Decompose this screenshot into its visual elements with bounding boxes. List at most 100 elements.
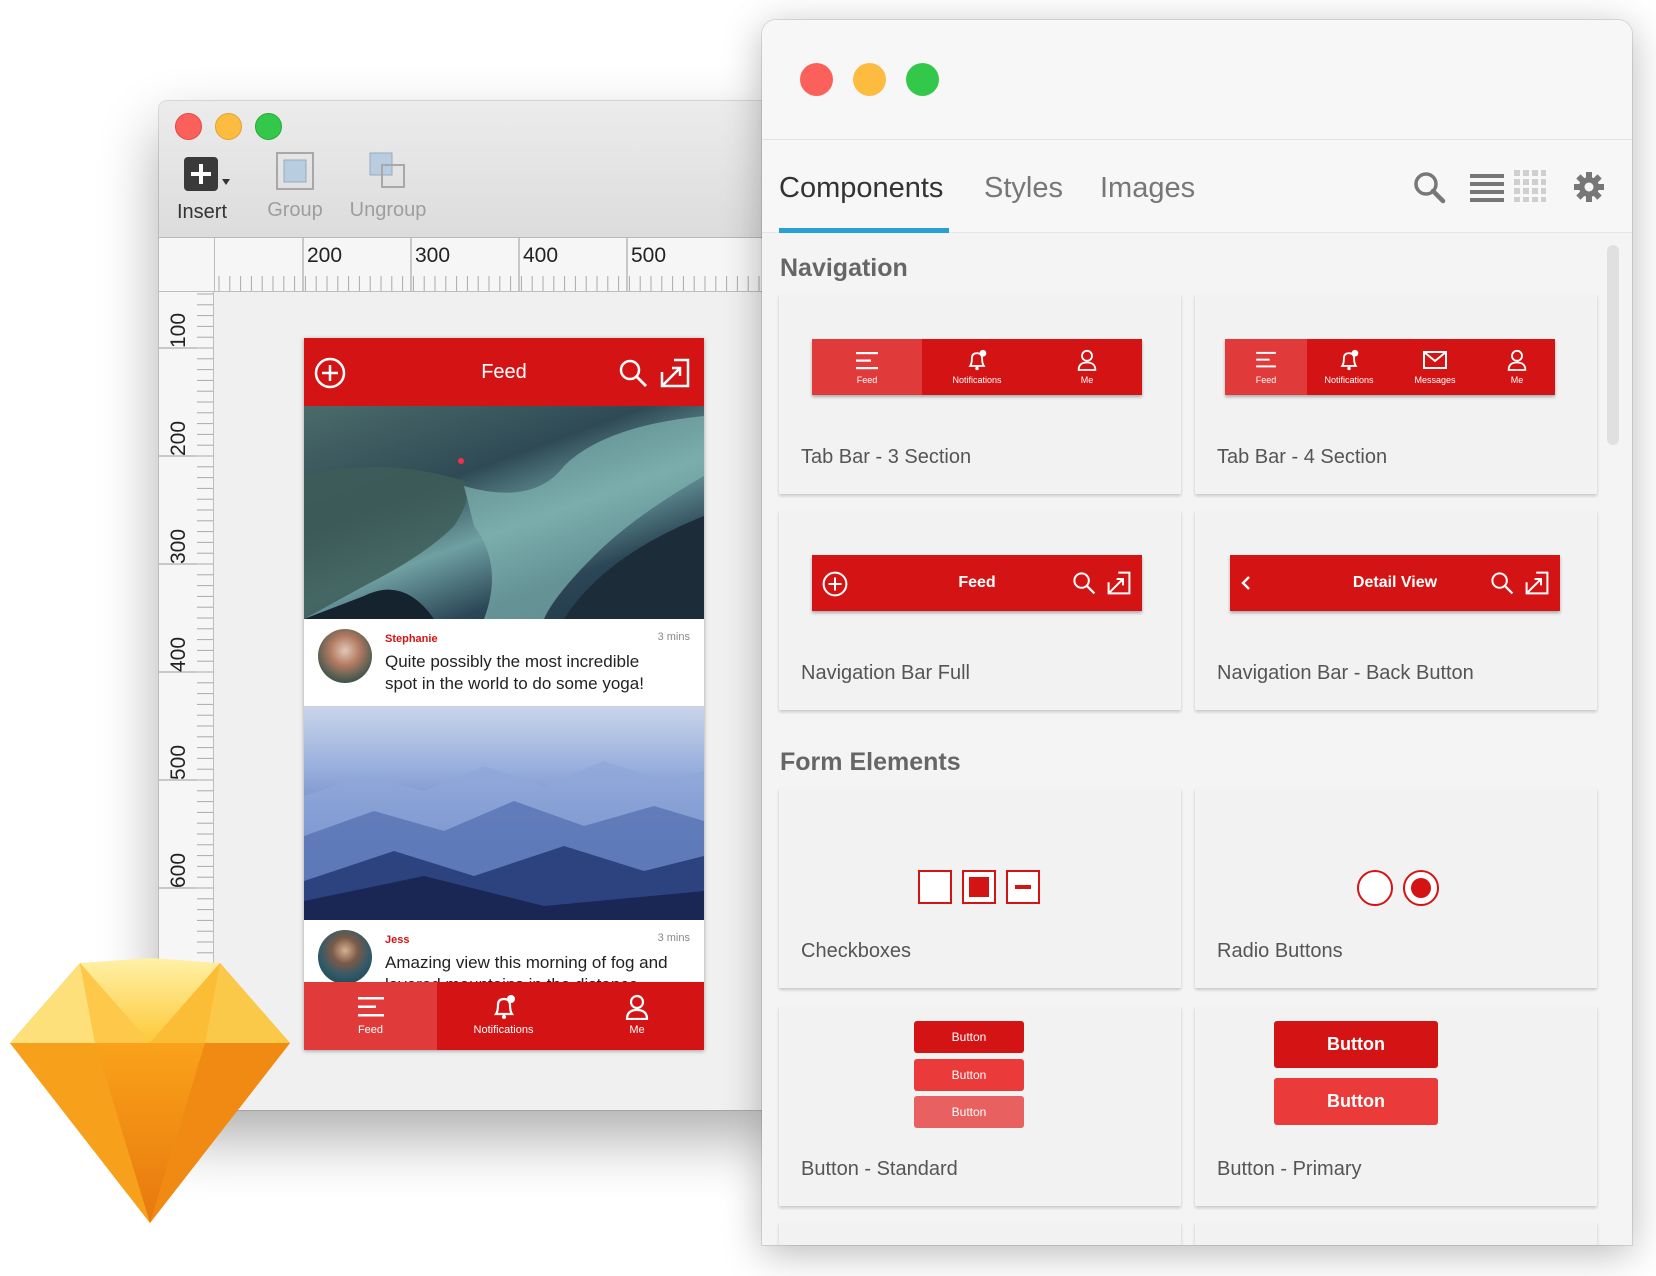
checkbox-dash (1015, 885, 1031, 889)
ruler-label: 200 (167, 420, 190, 456)
menu-icon (856, 352, 878, 370)
post-author[interactable]: Stephanie (385, 633, 438, 645)
tab-label: Me (1080, 375, 1094, 385)
ruler-label: 200 (307, 244, 343, 267)
nav-bar-preview: Detail View (1230, 555, 1560, 611)
ruler-horizontal: 200 300 400 500 (214, 238, 779, 292)
ruler-label: 100 (167, 312, 190, 348)
avatar[interactable] (318, 629, 372, 683)
compose-icon[interactable] (660, 358, 690, 388)
post-time: 3 mins (657, 932, 690, 944)
tab-me[interactable]: Me (570, 982, 704, 1050)
tab-label: Feed (357, 1024, 384, 1036)
tab-bar-preview: Feed Notifications Me (812, 339, 1142, 395)
component-card[interactable]: Feed Navigation Bar Full (779, 510, 1181, 710)
panel-tab-bar: Components Styles Images (762, 140, 1632, 233)
button-primary-hover[interactable]: Button (1274, 1078, 1438, 1125)
checkbox-unchecked[interactable] (918, 870, 952, 904)
component-card[interactable]: Radio Buttons (1195, 788, 1597, 988)
tab-components[interactable]: Components (779, 172, 943, 205)
component-card[interactable]: Feed Notifications Messages Me Tab Bar -… (1195, 294, 1597, 494)
grid-view-icon[interactable] (1514, 170, 1546, 202)
mountain-lake-photo (304, 416, 704, 619)
insert-label: Insert (176, 201, 228, 223)
ungroup-button[interactable]: Ungroup (343, 149, 433, 222)
scrollbar[interactable] (1607, 245, 1619, 445)
tab-label: Me (629, 1024, 645, 1036)
tab-item: Me (1032, 339, 1142, 395)
component-card[interactable]: Button Button Button Button - Standard (779, 1006, 1181, 1206)
button-standard-default[interactable]: Button (914, 1021, 1024, 1053)
tab-label: Feed (856, 375, 878, 385)
bell-icon (968, 349, 987, 371)
tab-label: Notifications (952, 375, 1002, 385)
component-card[interactable]: Button Button Button - Primary (1195, 1006, 1597, 1206)
component-card[interactable]: Detail View Navigation Bar - Back Button (1195, 510, 1597, 710)
card-label: Radio Buttons (1217, 940, 1343, 962)
person-icon (1507, 349, 1527, 371)
minimize-button[interactable] (215, 113, 242, 140)
tab-images[interactable]: Images (1100, 172, 1195, 205)
minimize-button[interactable] (853, 63, 886, 96)
feed-post[interactable]: Stephanie 3 mins Quite possibly the most… (304, 619, 704, 706)
foggy-mountains-photo (304, 761, 704, 920)
avatar[interactable] (318, 930, 372, 984)
sketch-toolbar: Insert Group Ungroup (159, 101, 779, 238)
compose-icon (1525, 571, 1549, 595)
post-photo[interactable] (304, 406, 704, 619)
card-label: Navigation Bar - Back Button (1217, 662, 1474, 684)
tab-item: Notifications (1307, 339, 1391, 395)
group-label: Group (267, 199, 323, 221)
ruler-label: 600 (167, 852, 190, 888)
menu-icon (358, 997, 384, 1017)
tab-label: Messages (1414, 375, 1456, 385)
person-icon (1077, 349, 1097, 371)
post-text-line: Quite possibly the most incredible (385, 652, 640, 671)
checkbox-checked[interactable] (962, 870, 996, 904)
post-time: 3 mins (657, 631, 690, 643)
button-standard-hover[interactable]: Button (914, 1059, 1024, 1091)
post-photo[interactable] (304, 706, 704, 920)
checkbox-indeterminate[interactable] (1006, 870, 1040, 904)
ruler-label: 400 (167, 636, 190, 672)
tab-feed[interactable]: Feed (304, 982, 437, 1050)
ruler-label: 500 (631, 244, 667, 267)
card-label: Button - Standard (801, 1158, 958, 1180)
button-primary-default[interactable]: Button (1274, 1021, 1438, 1068)
ruler-label: 300 (415, 244, 451, 267)
zoom-button[interactable] (255, 113, 282, 140)
post-author[interactable]: Jess (385, 934, 409, 946)
button-standard-disabled[interactable]: Button (914, 1096, 1024, 1128)
component-card[interactable] (1195, 1222, 1597, 1245)
radio-dot (1411, 878, 1431, 898)
post-text-line: Amazing view this morning of fog and (385, 953, 668, 972)
bell-icon (1340, 349, 1359, 371)
tab-notifications[interactable]: Notifications (437, 982, 570, 1050)
group-button[interactable]: Group (259, 149, 331, 222)
card-label: Button - Primary (1217, 1158, 1362, 1180)
phone-artboard[interactable]: Feed Stephanie 3 mins Quite possibly the… (304, 338, 704, 1050)
feed-post[interactable]: Jess 3 mins Amazing view this morning of… (304, 920, 704, 994)
tab-styles[interactable]: Styles (984, 172, 1063, 205)
component-card[interactable]: Feed Notifications Me Tab Bar - 3 Sectio… (779, 294, 1181, 494)
card-label: Navigation Bar Full (801, 662, 970, 684)
zoom-button[interactable] (906, 63, 939, 96)
insert-button[interactable]: Insert (167, 153, 237, 224)
radio-unselected[interactable] (1357, 870, 1393, 906)
component-card[interactable]: Checkboxes (779, 788, 1181, 988)
ruler-ticks (218, 238, 771, 291)
search-icon[interactable] (1412, 170, 1446, 204)
component-card[interactable] (779, 1222, 1181, 1245)
ruler-label: 300 (167, 528, 190, 564)
compose-icon (1107, 571, 1131, 595)
nav-bar-preview: Feed (812, 555, 1142, 611)
ruler-corner (159, 238, 215, 292)
tab-item: Feed (1225, 339, 1307, 395)
gear-icon[interactable] (1574, 172, 1604, 202)
list-view-icon[interactable] (1470, 172, 1504, 202)
search-icon[interactable] (618, 358, 648, 388)
close-button[interactable] (175, 113, 202, 140)
radio-selected[interactable] (1403, 870, 1439, 906)
close-button[interactable] (800, 63, 833, 96)
group-icon (276, 152, 314, 190)
